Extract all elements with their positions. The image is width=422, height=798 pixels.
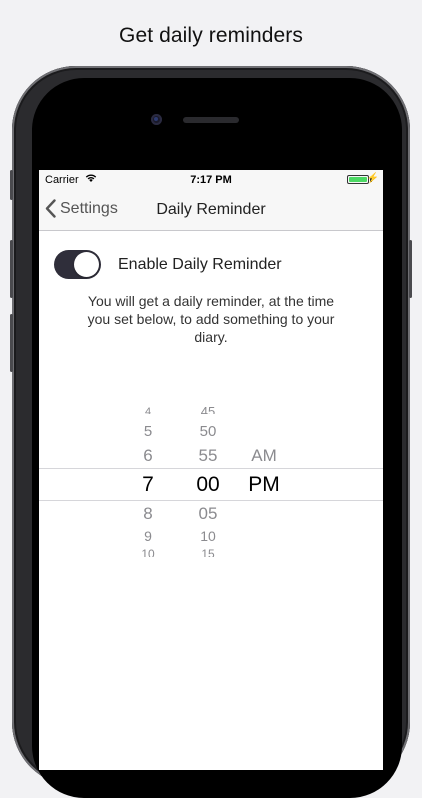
- mute-switch: [10, 170, 13, 200]
- picker-selection-top: [39, 468, 383, 469]
- page-title: Daily Reminder: [156, 201, 266, 218]
- picker-minute-option[interactable]: 15: [191, 548, 225, 557]
- front-camera: [151, 114, 162, 125]
- picker-minute-option[interactable]: 55: [191, 446, 225, 466]
- time-picker[interactable]: 4 5 6 7 8 9 10 45 50 55 00 05 10 15 AM P…: [39, 400, 383, 570]
- volume-up-button: [10, 240, 13, 298]
- picker-hour-option[interactable]: 4: [133, 405, 163, 414]
- screen: Carrier 7:17 PM ⚡ Settings Daily Reminde…: [39, 170, 383, 770]
- picker-minute-option[interactable]: 05: [191, 504, 225, 524]
- picker-hour-selected[interactable]: 7: [133, 473, 163, 497]
- status-bar: Carrier 7:17 PM ⚡: [39, 170, 383, 190]
- earpiece-speaker: [183, 117, 239, 123]
- picker-ampm-option[interactable]: AM: [245, 446, 283, 466]
- toggle-knob: [74, 252, 99, 277]
- picker-minute-option[interactable]: 10: [191, 528, 225, 544]
- picker-minute-option[interactable]: 50: [191, 423, 225, 440]
- picker-hour-option[interactable]: 6: [133, 446, 163, 466]
- volume-down-button: [10, 314, 13, 372]
- picker-ampm-selected[interactable]: PM: [243, 473, 285, 497]
- headline: Get daily reminders: [119, 24, 303, 47]
- picker-hour-option[interactable]: 5: [133, 423, 163, 440]
- picker-hour-option[interactable]: 10: [133, 548, 163, 557]
- picker-minute-option[interactable]: 45: [191, 405, 225, 414]
- charging-icon: ⚡: [366, 173, 379, 184]
- reminder-toggle-label: Enable Daily Reminder: [118, 255, 282, 273]
- power-button: [409, 240, 412, 298]
- navigation-bar: Settings Daily Reminder: [39, 190, 383, 231]
- reminder-description: You will get a daily reminder, at the ti…: [87, 293, 335, 345]
- reminder-toggle-row: Enable Daily Reminder: [54, 250, 282, 279]
- picker-minute-selected[interactable]: 00: [187, 473, 229, 497]
- picker-hour-option[interactable]: 8: [133, 504, 163, 524]
- reminder-toggle[interactable]: [54, 250, 101, 279]
- picker-hour-option[interactable]: 9: [133, 528, 163, 544]
- status-time: 7:17 PM: [190, 174, 232, 186]
- picker-selection-bottom: [39, 500, 383, 501]
